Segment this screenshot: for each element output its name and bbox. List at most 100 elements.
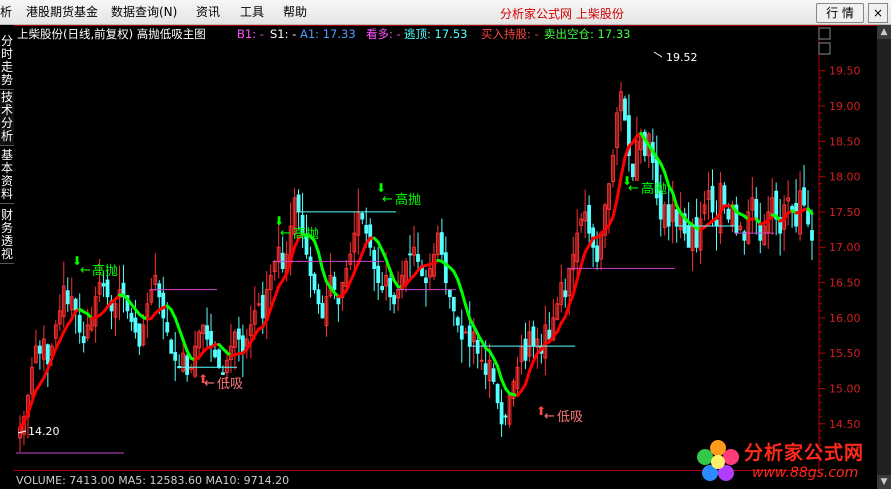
menu-item-help[interactable]: 帮助 [283,5,307,19]
b1-value: B1: - [237,27,264,41]
candle-body [161,292,166,319]
candle-body [491,368,496,382]
candle-body [173,352,178,361]
watermark-logo: 分析家公式网 www.88gs.com [692,438,882,486]
candle-body [165,322,170,333]
candle-body [81,336,86,344]
y-tick-label: 19.50 [829,65,861,78]
candle-body [710,185,715,213]
sell-label: ← [80,263,91,278]
candle-body [332,276,337,291]
candle-body [45,344,50,365]
candle-body [459,325,464,340]
candle-body [623,98,627,121]
candle-body [447,289,452,298]
tab-financials-label: 财务透视 [1,208,14,261]
candle-body [483,363,488,375]
candle-body [531,326,536,347]
candle-body [503,415,508,418]
candle-body [467,325,472,347]
candle-body [316,289,321,305]
sell-label-text: 高抛 [293,226,319,242]
taoding-value: 逃顶: 17.53 [404,27,467,41]
candle-body [686,225,691,248]
candle-body [137,323,142,347]
window-title: 分析家公式网 上柴股份 [500,7,624,21]
candle-body [463,331,468,334]
candle-body [336,297,341,305]
y-tick-label: 16.50 [829,277,861,290]
candle-body [308,256,313,276]
y-tick-label: 18.50 [829,135,861,148]
candle-body [185,355,190,375]
candle-body [133,317,138,333]
candle-body [388,277,393,298]
candle-body [157,283,162,298]
y-tick-label: 18.00 [829,171,861,184]
menu-item-tools[interactable]: 工具 [240,5,264,19]
sell-label: ← [280,226,291,241]
candle-body [523,338,528,361]
candle-body [547,329,552,340]
s1-value: S1: - [270,27,296,41]
candle-body [754,198,759,220]
candle-body [368,224,373,248]
candle-body [495,384,500,404]
candle-body [424,277,428,284]
tab-fundamentals[interactable]: 基本资料 [0,149,14,204]
candle-body [260,294,265,319]
chart-title: 上柴股份(日线,前复权) 高抛低吸主图 [17,27,206,41]
menu-bar: 析 港股期货基金 数据查询(N) 资讯 工具 帮助 分析家公式网 上柴股份 行 … [0,0,891,25]
menu-item-data-query[interactable]: 数据查询(N) [111,5,177,19]
tab-intraday[interactable]: 分时走势 [0,35,14,90]
candle-body [217,349,221,368]
menu-item-hk-futures-funds[interactable]: 港股期货基金 [26,5,98,19]
buy-hold-value: 买入持股: - [481,27,539,41]
candle-body [595,245,599,262]
candle-body [221,372,225,375]
menu-item-news[interactable]: 资讯 [196,5,220,19]
volume-readout: VOLUME: 7413.00 MA5: 12583.60 MA10: 9714… [16,474,289,487]
candle-body [213,349,217,358]
candle-body [587,204,592,234]
tab-technical[interactable]: 技术分析 [0,91,14,146]
sell-label-text: 高抛 [641,181,667,197]
scroll-up-icon[interactable]: ▲ [877,25,891,39]
candle-body [694,216,699,248]
tab-intraday-label: 分时走势 [1,34,14,87]
candle-body [408,253,412,256]
candle-body [312,273,317,291]
candle-body [73,298,78,312]
candle-body [236,328,241,340]
y-tick-label: 17.50 [829,206,861,219]
close-button[interactable]: × [868,3,888,23]
candle-body [101,283,106,287]
candle-body [499,402,504,425]
candle-body [372,249,377,269]
candle-body [37,345,42,354]
y-tick-label: 15.50 [829,347,861,360]
buy-label-text: 低吸 [557,410,583,425]
candle-body [794,202,798,227]
sell-label-text: 高抛 [395,192,421,208]
tab-financials[interactable]: 财务透视 [0,209,14,264]
price-chart[interactable]: 19.50 19.00 18.50 18.00 17.50 17.00 16.50 16.00… [14,25,877,489]
buy-label: ← [544,409,555,424]
watermark-brand: 分析家公式网 [744,442,865,464]
candle-body [674,209,679,227]
candle-body [475,339,480,354]
menu-item-analysis[interactable]: 析 [0,5,12,19]
quote-button[interactable]: 行 情 [816,3,864,23]
candle-body [65,290,70,305]
candle-body [380,285,385,291]
candle-body [802,187,806,206]
candle-body [209,330,213,347]
candle-body [320,303,325,319]
flower-logo-icon [697,440,739,481]
tab-technical-label: 技术分析 [1,90,14,143]
candle-body [810,230,814,241]
candle-body [77,314,82,333]
y-tick-label: 15.00 [829,382,861,395]
vertical-scrollbar[interactable]: ▲ ▼ [877,25,891,489]
candle-body [296,194,301,213]
